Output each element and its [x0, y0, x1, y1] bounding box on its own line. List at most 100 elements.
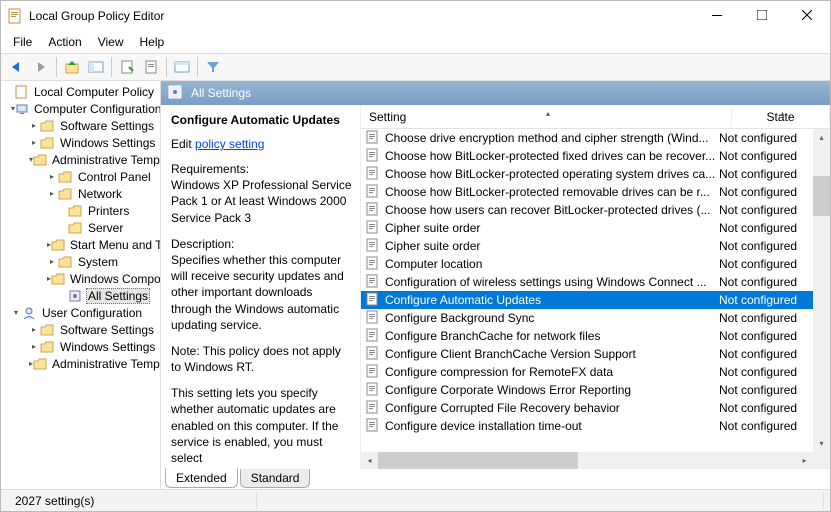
tree-pane[interactable]: Local Computer Policy ▾Computer Configur… [1, 81, 161, 489]
setting-text: Choose drive encryption method and ciphe… [385, 131, 709, 145]
list-rows[interactable]: Choose drive encryption method and ciphe… [361, 129, 830, 469]
vertical-scrollbar[interactable]: ▴ ▾ [813, 129, 830, 452]
list-row[interactable]: Choose how users can recover BitLocker-p… [361, 201, 830, 219]
chevron-right-icon[interactable]: ▸ [29, 121, 39, 130]
policy-setting-icon [365, 148, 381, 164]
tree-control-panel[interactable]: ▸Control Panel [3, 168, 160, 185]
window: Local Group Policy Editor File Action Vi… [0, 0, 831, 512]
cell-setting: Configure compression for RemoteFX data [361, 364, 715, 380]
chevron-right-icon[interactable]: ▸ [47, 172, 57, 181]
list-row[interactable]: Configure Corrupted File Recovery behavi… [361, 399, 830, 417]
cell-state: Not configured [715, 149, 813, 163]
tree-software-settings[interactable]: ▸Software Settings [3, 117, 160, 134]
list-row[interactable]: Configure Background SyncNot configured [361, 309, 830, 327]
tree-user-windows[interactable]: ▸ Windows Settings [3, 338, 160, 355]
export-list-button[interactable] [139, 56, 163, 78]
list-row[interactable]: Computer locationNot configured [361, 255, 830, 273]
titlebar: Local Group Policy Editor [1, 1, 830, 31]
tree-network[interactable]: ▸Network [3, 185, 160, 202]
tree-label: Printers [86, 204, 131, 218]
cell-state: Not configured [715, 383, 813, 397]
tree-all-settings[interactable]: All Settings [3, 287, 160, 304]
col-state[interactable]: State▴ [732, 107, 830, 127]
list-row[interactable]: Configure device installation time-outNo… [361, 417, 830, 435]
list-row[interactable]: Configure BranchCache for network filesN… [361, 327, 830, 345]
menu-file[interactable]: File [5, 33, 40, 51]
horizontal-scrollbar[interactable]: ◂ ▸ [361, 452, 813, 469]
scroll-thumb[interactable] [378, 452, 578, 469]
chevron-right-icon[interactable]: ▸ [29, 325, 39, 334]
tree-user-software[interactable]: ▸Software Settings [3, 321, 160, 338]
list-row[interactable]: Configure Corporate Windows Error Report… [361, 381, 830, 399]
tree-printers[interactable]: Printers [3, 202, 160, 219]
edit-label: Edit [171, 137, 192, 151]
chevron-right-icon[interactable]: ▸ [29, 342, 39, 351]
cell-setting: Configuration of wireless settings using… [361, 274, 715, 290]
setting-text: Choose how users can recover BitLocker-p… [385, 203, 710, 217]
tab-extended[interactable]: Extended [165, 468, 238, 488]
list-row[interactable]: Choose drive encryption method and ciphe… [361, 129, 830, 147]
tree-user-admin[interactable]: ▸Administrative Templates [3, 355, 160, 372]
list-row[interactable]: Choose how BitLocker-protected fixed dri… [361, 147, 830, 165]
policy-setting-link[interactable]: policy setting [195, 137, 264, 151]
scroll-right-button[interactable]: ▸ [796, 452, 813, 469]
chevron-right-icon[interactable]: ▸ [47, 189, 57, 198]
toolbar-separator [166, 57, 167, 77]
scroll-down-button[interactable]: ▾ [813, 435, 830, 452]
tree-label: Windows Settings [58, 340, 157, 354]
list-row[interactable]: Cipher suite orderNot configured [361, 237, 830, 255]
tree-computer-config[interactable]: ▾Computer Configuration [3, 100, 160, 117]
close-button[interactable] [784, 1, 829, 29]
scroll-thumb[interactable] [813, 176, 830, 216]
list-headers: Setting▴ State▴ [361, 105, 830, 129]
list-row[interactable]: Configure Automatic UpdatesNot configure… [361, 291, 830, 309]
tree-label: User Configuration [40, 306, 144, 320]
back-button[interactable] [5, 56, 29, 78]
list-row[interactable]: Configuration of wireless settings using… [361, 273, 830, 291]
gpedit-icon [13, 84, 29, 100]
folder-icon [39, 118, 55, 134]
scroll-up-button[interactable]: ▴ [813, 129, 830, 146]
chevron-down-icon[interactable]: ▾ [11, 308, 21, 317]
col-setting[interactable]: Setting▴ [361, 107, 732, 127]
tree-server[interactable]: Server [3, 219, 160, 236]
up-button[interactable] [60, 56, 84, 78]
minimize-button[interactable] [694, 1, 739, 29]
tree-windows-components[interactable]: ▸Windows Components [3, 270, 160, 287]
tab-standard[interactable]: Standard [240, 469, 311, 488]
menu-help[interactable]: Help [132, 33, 173, 51]
all-settings-icon [67, 288, 83, 304]
tree-root[interactable]: Local Computer Policy [3, 83, 160, 100]
setting-text: Configure BranchCache for network files [385, 329, 600, 343]
show-hide-tree-button[interactable] [84, 56, 108, 78]
scroll-left-button[interactable]: ◂ [361, 452, 378, 469]
menu-action[interactable]: Action [40, 33, 89, 51]
tree-label: Computer Configuration [32, 102, 161, 116]
maximize-button[interactable] [739, 1, 784, 29]
computer-icon [15, 101, 29, 117]
tree-system[interactable]: ▸System [3, 253, 160, 270]
properties-button[interactable] [115, 56, 139, 78]
help-button[interactable] [170, 56, 194, 78]
filter-button[interactable] [201, 56, 225, 78]
chevron-right-icon[interactable]: ▸ [47, 257, 57, 266]
cell-state: Not configured [715, 239, 813, 253]
cell-state: Not configured [715, 347, 813, 361]
list-row[interactable]: Choose how BitLocker-protected removable… [361, 183, 830, 201]
tree-user-config[interactable]: ▾ User Configuration [3, 304, 160, 321]
list-row[interactable]: Configure Client BranchCache Version Sup… [361, 345, 830, 363]
menu-view[interactable]: View [90, 33, 132, 51]
forward-button[interactable] [29, 56, 53, 78]
list-row[interactable]: Configure compression for RemoteFX dataN… [361, 363, 830, 381]
tree-admin-templates[interactable]: ▾Administrative Templates [3, 151, 160, 168]
list-row[interactable]: Cipher suite orderNot configured [361, 219, 830, 237]
tree-label: All Settings [86, 288, 150, 304]
cell-setting: Choose drive encryption method and ciphe… [361, 130, 715, 146]
tree-start-menu[interactable]: ▸Start Menu and Taskbar [3, 236, 160, 253]
list-row[interactable]: Choose how BitLocker-protected operating… [361, 165, 830, 183]
cell-setting: Cipher suite order [361, 220, 715, 236]
chevron-right-icon[interactable]: ▸ [29, 138, 39, 147]
scroll-spacer [813, 216, 830, 435]
cell-state: Not configured [715, 293, 813, 307]
tree-windows-settings[interactable]: ▸Windows Settings [3, 134, 160, 151]
